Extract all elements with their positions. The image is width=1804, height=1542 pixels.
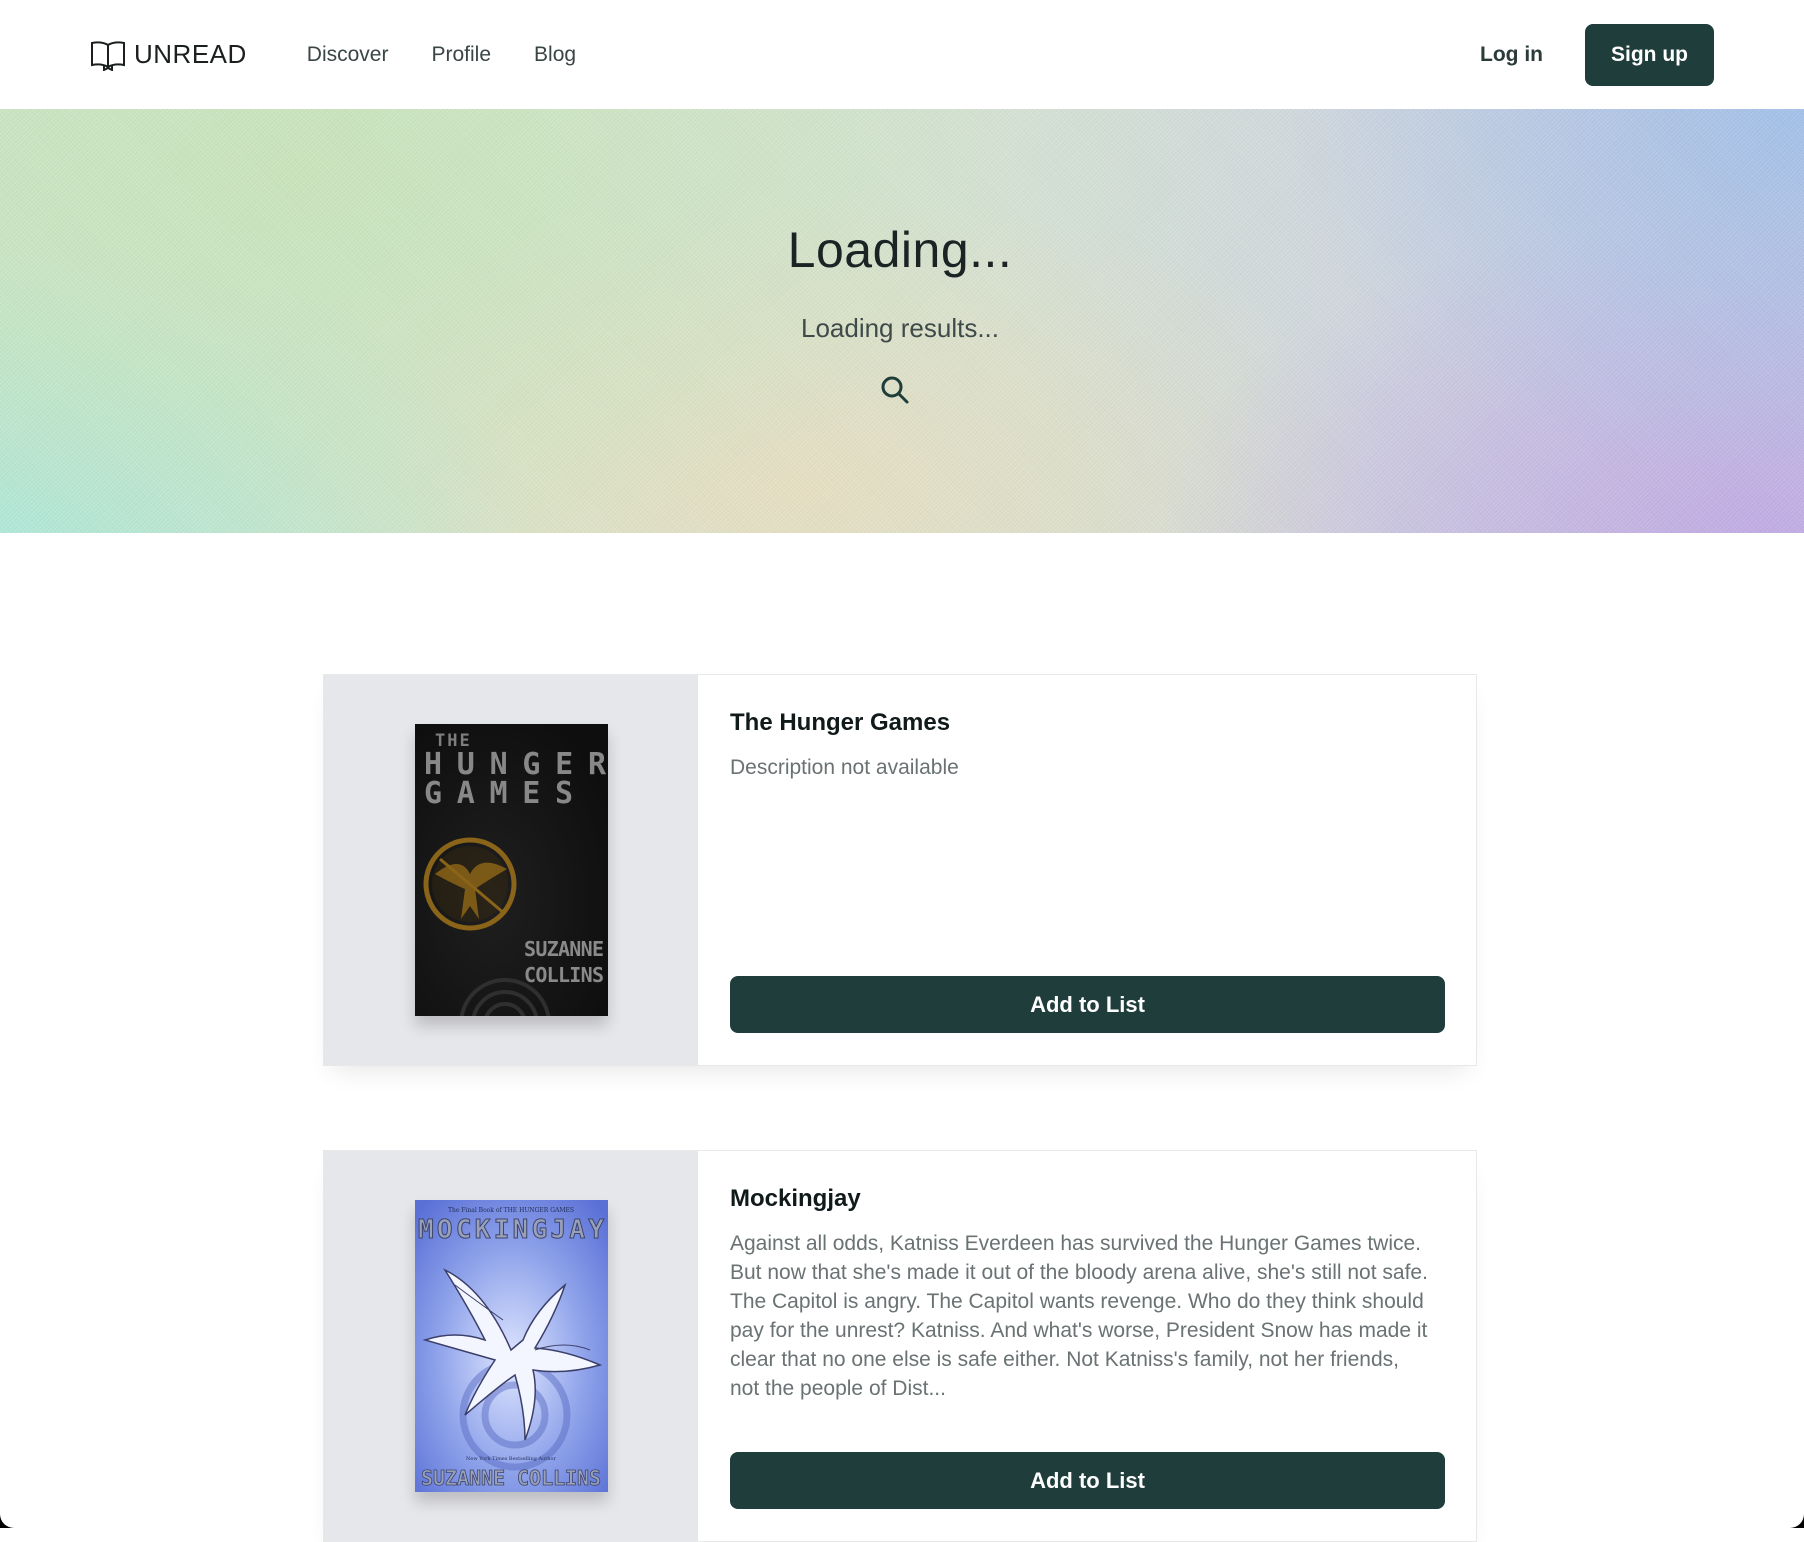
cover-panel: THE HUNGER GAMES SUZANNE COLLINS bbox=[324, 675, 698, 1065]
add-to-list-button[interactable]: Add to List bbox=[730, 976, 1445, 1033]
cover-author-line2: COLLINS bbox=[524, 963, 604, 987]
login-link[interactable]: Log in bbox=[1480, 43, 1543, 67]
cover-author-tag: New York Times Bestselling Author bbox=[466, 1456, 556, 1462]
add-to-list-button[interactable]: Add to List bbox=[730, 1452, 1445, 1509]
book-title[interactable]: Mockingjay bbox=[730, 1185, 1444, 1213]
book-description: Description not available bbox=[730, 753, 1430, 782]
logo[interactable]: UNREAD bbox=[90, 39, 247, 71]
cover-author-line1: SUZANNE bbox=[524, 937, 604, 961]
open-book-icon bbox=[90, 39, 126, 71]
logo-text: UNREAD bbox=[134, 39, 247, 70]
mockingjay-cover-art: The Final Book of THE HUNGER GAMES MOCKI… bbox=[415, 1200, 608, 1492]
book-cover[interactable]: The Final Book of THE HUNGER GAMES MOCKI… bbox=[415, 1200, 608, 1492]
window-corner-right bbox=[1790, 1514, 1804, 1528]
card-body: Mockingjay Against all odds, Katniss Eve… bbox=[698, 1151, 1476, 1541]
page-subtitle: Loading results... bbox=[0, 313, 1800, 344]
nav-discover[interactable]: Discover bbox=[307, 43, 389, 67]
auth-actions: Log in Sign up bbox=[1480, 24, 1714, 86]
top-navbar: UNREAD Discover Profile Blog Log in Sign… bbox=[0, 0, 1804, 109]
window-corner-left bbox=[0, 1514, 14, 1528]
book-cover[interactable]: THE HUNGER GAMES SUZANNE COLLINS bbox=[415, 724, 608, 1016]
book-card: THE HUNGER GAMES SUZANNE COLLINS The Hun… bbox=[323, 674, 1477, 1066]
nav-profile[interactable]: Profile bbox=[431, 43, 491, 67]
hero-banner: Loading... Loading results... bbox=[0, 109, 1804, 533]
nav-blog[interactable]: Blog bbox=[534, 43, 576, 67]
cover-panel: The Final Book of THE HUNGER GAMES MOCKI… bbox=[324, 1151, 698, 1541]
main-nav: Discover Profile Blog bbox=[307, 43, 576, 67]
book-description: Against all odds, Katniss Everdeen has s… bbox=[730, 1229, 1430, 1403]
book-title[interactable]: The Hunger Games bbox=[730, 709, 1444, 737]
page-title: Loading... bbox=[0, 221, 1800, 279]
signup-button[interactable]: Sign up bbox=[1585, 24, 1714, 86]
card-body: The Hunger Games Description not availab… bbox=[698, 675, 1476, 1065]
cover-author: SUZANNE COLLINS bbox=[421, 1466, 601, 1490]
hunger-games-cover-art: THE HUNGER GAMES SUZANNE COLLINS bbox=[415, 724, 608, 1016]
cover-tagline: The Final Book of THE HUNGER GAMES bbox=[448, 1207, 574, 1214]
search-icon[interactable] bbox=[880, 375, 910, 405]
book-card: The Final Book of THE HUNGER GAMES MOCKI… bbox=[323, 1150, 1477, 1542]
